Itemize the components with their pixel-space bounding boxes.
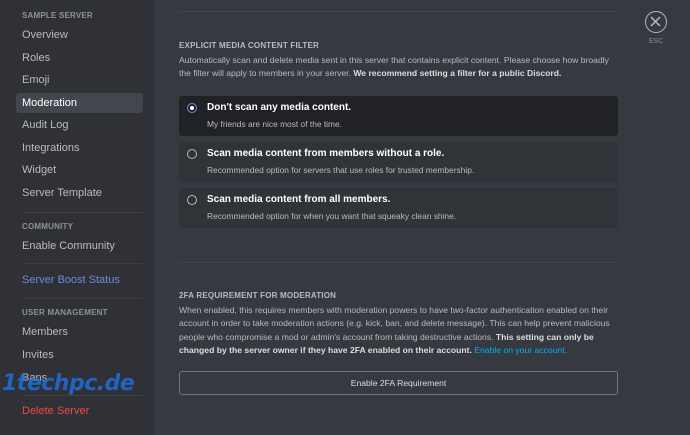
section-header-server: Sample Server: [22, 11, 93, 20]
sidebar-item-overview[interactable]: Overview: [16, 25, 143, 45]
settings-sidebar: Sample Server Overview Roles Emoji Moder…: [0, 0, 154, 435]
close-icon[interactable]: [645, 11, 667, 33]
section-header-community: Community: [22, 222, 74, 231]
section-divider: [179, 262, 618, 263]
twofa-heading: 2FA Requirement for Moderation: [179, 291, 337, 300]
section-divider: [179, 11, 618, 12]
sidebar-item-invites[interactable]: Invites: [16, 345, 143, 365]
sidebar-item-server-boost-status[interactable]: Server Boost Status: [16, 270, 143, 290]
option-title: Scan media content from members without …: [207, 148, 445, 159]
sidebar-item-emoji[interactable]: Emoji: [16, 70, 143, 90]
radio-unchecked-icon[interactable]: [187, 195, 197, 205]
sidebar-item-audit-log[interactable]: Audit Log: [16, 115, 143, 135]
media-filter-description: Automatically scan and delete media sent…: [179, 55, 609, 79]
watermark-logo: 1techpc.de: [2, 371, 135, 396]
option-title: Scan media content from all members.: [207, 194, 391, 205]
sidebar-divider: [22, 298, 143, 299]
moderation-panel: Explicit Media Content Filter Automatica…: [154, 0, 690, 435]
radio-checked-icon[interactable]: [187, 103, 197, 113]
sidebar-item-roles[interactable]: Roles: [16, 48, 143, 68]
sidebar-item-server-template[interactable]: Server Template: [16, 183, 143, 203]
option-subtitle: Recommended option for servers that use …: [207, 165, 475, 175]
sidebar-item-enable-community[interactable]: Enable Community: [16, 236, 143, 256]
option-subtitle: Recommended option for when you want tha…: [207, 211, 457, 221]
esc-label: ESC: [648, 38, 664, 45]
close-settings[interactable]: ESC: [643, 11, 669, 45]
sidebar-divider: [22, 212, 143, 213]
media-filter-option-no-role[interactable]: Scan media content from members without …: [179, 142, 618, 182]
enable-2fa-button[interactable]: Enable 2FA Requirement: [179, 371, 618, 395]
sidebar-item-integrations[interactable]: Integrations: [16, 138, 143, 158]
sidebar-item-moderation[interactable]: Moderation: [16, 93, 143, 113]
option-subtitle: My friends are nice most of the time.: [207, 119, 342, 129]
section-header-user-management: User Management: [22, 308, 108, 317]
sidebar-item-widget[interactable]: Widget: [16, 160, 143, 180]
enable-on-account-link[interactable]: Enable on your account.: [474, 345, 567, 355]
twofa-description: When enabled, this requires members with…: [179, 305, 610, 356]
sidebar-item-members[interactable]: Members: [16, 322, 143, 342]
sidebar-divider: [22, 263, 143, 264]
media-filter-option-all-members[interactable]: Scan media content from all members. Rec…: [179, 188, 618, 228]
option-title: Don't scan any media content.: [207, 102, 352, 113]
media-filter-option-none[interactable]: Don't scan any media content. My friends…: [179, 96, 618, 136]
radio-unchecked-icon[interactable]: [187, 149, 197, 159]
sidebar-item-delete-server[interactable]: Delete Server: [16, 401, 143, 421]
media-filter-heading: Explicit Media Content Filter: [179, 41, 320, 50]
